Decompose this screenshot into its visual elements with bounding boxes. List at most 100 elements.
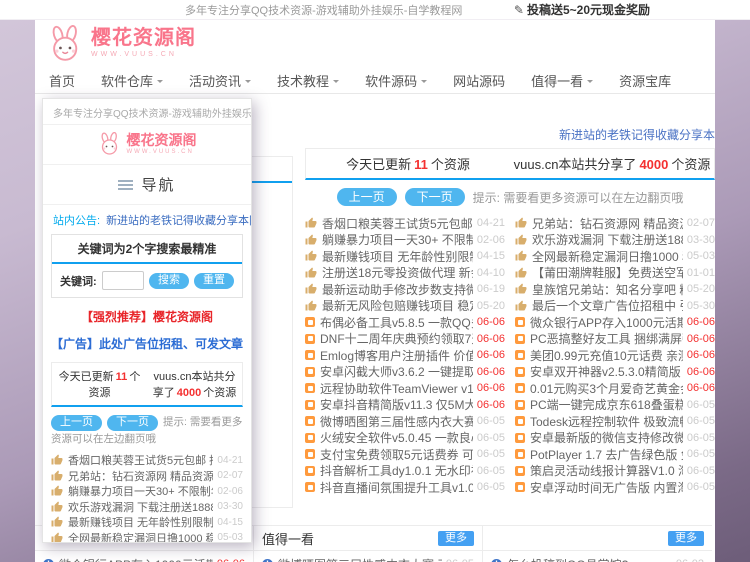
resource-date: 06-06 (477, 366, 505, 378)
resource-date: 04-21 (217, 455, 243, 466)
resource-list-item[interactable]: 躺赚暴力项目一天30+ 不限制年龄抓紧上车 02-06 (305, 232, 505, 249)
recommend-ad-link[interactable]: 【强烈推荐】樱花资源阁 (43, 308, 251, 325)
resource-title: Todesk远程控制软件 极致流畅的远程协助工具 (530, 413, 683, 430)
submit-reward-link[interactable]: ✎ 投稿送5~20元现金奖励 (514, 1, 650, 18)
resource-list-item[interactable]: Emlog博客用户注册插件 价值80元免费分享 06-06 (305, 347, 505, 364)
popup-announcement: 站内公告:新进站的老铁记得收藏分享本网站哦！ (43, 205, 251, 234)
nav-item[interactable]: 技术教程 (277, 71, 339, 90)
nav-item[interactable]: 资源宝库 (619, 71, 671, 90)
announcement-text[interactable]: 新进站的老铁记得收藏分享本网站哦！ (106, 215, 251, 227)
pencil-icon: ✎ (514, 3, 524, 17)
resource-date: 06-06 (687, 333, 715, 345)
resource-date: 04-15 (217, 517, 243, 528)
post-icon (515, 350, 525, 360)
resource-date: 02-06 (477, 234, 505, 246)
resource-list-item[interactable]: 兄弟站：钻石资源网 精品资源免费分享基地 02-07 (515, 215, 715, 232)
keyword-input[interactable] (102, 271, 144, 290)
resource-list-item[interactable]: 美团0.99元充值10元话费 亲测10元话费秒到 06-06 (515, 347, 715, 364)
resource-list-item[interactable]: 【莆田潮牌鞋服】免费送空军一号匡威1970s 01-01 (515, 265, 715, 282)
resource-list-item[interactable]: 策启灵活动线报计算器V1.0 淘客必备的一款软 06-05 (515, 463, 715, 480)
nav-item-label: 软件源码 (365, 71, 417, 90)
post-icon (515, 433, 525, 443)
nav-item-label: 资源宝库 (619, 71, 671, 90)
resource-list-item[interactable]: 兄弟站：钻石资源网 精品资源免费分享基地 02-07 (51, 468, 243, 484)
nav-item[interactable]: 值得一看 (531, 71, 593, 90)
resource-list-item[interactable]: PotPlayer 1.7 去广告绿色版 免费全能影音播 06-05 (515, 446, 715, 463)
popup-logo[interactable]: 樱花资源阁 WWW.VUUS.CN (43, 125, 251, 165)
popup-pagination: 上一页下一页提示: 需要看更多资源可以在左边翻页哦 (43, 407, 251, 451)
nav-item[interactable]: 软件仓库 (101, 71, 163, 90)
more-button[interactable]: 更多 (668, 531, 704, 546)
resource-list-item[interactable]: 微博晒图第三届性感内衣大赛 正规美图等你欣赏 06-05 (305, 413, 505, 430)
prev-page-button[interactable]: 上一页 (51, 415, 102, 431)
more-button[interactable]: 更多 (438, 531, 474, 546)
pinned-thumb-icon (51, 470, 63, 482)
resource-list-item[interactable]: PC恶搞整好友工具 捆绑满屏弹窗整蛊专家 效 06-06 (515, 331, 715, 348)
resource-list-item[interactable]: 安卓抖音精简版v11.3 仅5M大小 支持账号登录 06-06 (305, 397, 505, 414)
reset-button[interactable]: 重置 (194, 273, 234, 289)
resource-list-item[interactable]: 皇族馆兄弟站：知名分享吧 精品资源分享基地 05-20 (515, 281, 715, 298)
post-icon (305, 317, 315, 327)
search-button[interactable]: 搜索 (149, 273, 189, 289)
prev-page-button[interactable]: 上一页 (337, 188, 397, 206)
resource-list-item[interactable]: 香烟口粮芙蓉王试货5元包邮 招收代理 04-21 (305, 215, 505, 232)
resource-list-item[interactable]: 欢乐游戏漏洞 下载注册送1888元 官方合作 03-30 (51, 499, 243, 515)
resource-list-item[interactable]: 远程协助软件TeamViewer v11 单文件版 方便 06-06 (305, 380, 505, 397)
nav-item[interactable]: 软件源码 (365, 71, 427, 90)
next-page-button[interactable]: 下一页 (107, 415, 158, 431)
section-items: ! 怎么投稿到QQ悬赏馆? 06-02 (483, 551, 712, 562)
total-count: 4000 (639, 157, 668, 172)
popup-nav-label: 导航 (141, 174, 175, 195)
resource-list-item[interactable]: 全网最新稳定漏洞日撸1000 稳稳稳 05-03 (51, 530, 243, 543)
resource-list-item[interactable]: 最后一个文章广告位招租中 引千万流 聚八方 05-30 (515, 298, 715, 315)
resource-list-item[interactable]: 香烟口粮芙蓉王试货5元包邮 招收代理 04-21 (51, 453, 243, 469)
section-list-item[interactable]: ! 微众银行APP存入1000元活期次日可以获得无门 06-06 (43, 556, 245, 562)
resource-list-item[interactable]: 安卓浮动时间无广告版 内置淘宝/京东/苏宁/拼 06-05 (515, 479, 715, 496)
resource-title: 全网最新稳定漏洞日撸1000 稳稳稳 (68, 530, 213, 543)
resource-title: 抖音解析工具dy1.0.1 无水印视频一键解析软件 (320, 463, 473, 480)
resource-list-item[interactable]: 抖音直播间氛围提升工具v1.0.0 直播间自动发 06-05 (305, 479, 505, 496)
pagination: 上一页 下一页 提示: 需要看更多资源可以在左边翻页哦 (305, 186, 715, 208)
resource-list-item[interactable]: 布偶必备工具v5.8.5 一款QQ多功能工具软件 06-06 (305, 314, 505, 331)
resource-list-item[interactable]: 最新赚钱项目 无年龄性别限制 稳定日撸300+ 04-15 (305, 248, 505, 265)
resource-list-item[interactable]: 抖音解析工具dy1.0.1 无水印视频一键解析软件 06-05 (305, 463, 505, 480)
resource-list-item[interactable]: Todesk远程控制软件 极致流畅的远程协助工具 06-05 (515, 413, 715, 430)
resource-list-item[interactable]: 安卓闪截大师v3.6.2 一键提取QQ好友发的闪照 06-06 (305, 364, 505, 381)
post-icon (305, 433, 315, 443)
resource-list-item[interactable]: PC端一键完成京东618叠蛋糕活动任务工具 06-05 (515, 397, 715, 414)
resource-list-item[interactable]: 安卓最新版的微信支持修改微信号了！ IOS版 06-05 (515, 430, 715, 447)
resource-list-item[interactable]: 最新赚钱项目 无年龄性别限制 稳定日撸300+ 04-15 (51, 515, 243, 531)
post-icon (305, 449, 315, 459)
section-header: 值得一看 更多 (254, 526, 482, 551)
resource-list-item[interactable]: 安卓双开神器v2.5.3.0精简版 解决多账号切换 06-06 (515, 364, 715, 381)
post-icon (305, 482, 315, 492)
resource-list-item[interactable]: 支付宝免费领取5元话费券 可45元充值三网50元 06-05 (305, 446, 505, 463)
resource-list-item[interactable]: DNF十二周年庆典预约领取7天黑钻 回归用户 06-06 (305, 331, 505, 348)
popup-stats-updated: 今天已更新11个资源 (52, 363, 147, 405)
resource-date: 04-21 (477, 217, 505, 229)
nav-item[interactable]: 首页 (49, 71, 75, 90)
resource-date: 02-07 (217, 470, 243, 481)
resource-list-item[interactable]: 全网最新稳定漏洞日撸1000 稳稳稳 05-03 (515, 248, 715, 265)
logo-text[interactable]: 樱花资源阁 WWW.VUUS.CN (91, 27, 196, 58)
bottom-section-right: 更多 ! 怎么投稿到QQ悬赏馆? 06-02 (482, 526, 712, 562)
scrolling-notice[interactable]: 新进站的老铁记得收藏分享本 (305, 126, 715, 144)
resource-list-item[interactable]: 躺赚暴力项目一天30+ 不限制年龄抓紧上车 02-06 (51, 484, 243, 500)
resource-list-item[interactable]: 火绒安全软件v5.0.45 一款良心的国产安全软件 06-05 (305, 430, 505, 447)
post-icon (305, 400, 315, 410)
resource-list-item[interactable]: 0.01元购买3个月爱奇艺黄金会员 仅限京东白 06-06 (515, 380, 715, 397)
resource-list-item[interactable]: 最新无风险包赔赚钱项目 稳定收入200-500元 05-20 (305, 298, 505, 315)
resource-list-item[interactable]: 欢乐游戏漏洞 下载注册送1888元 官方合作 03-30 (515, 232, 715, 249)
next-page-button[interactable]: 下一页 (405, 188, 465, 206)
resource-list-item[interactable]: 微众银行APP存入1000元活期次日可以获得无 06-06 (515, 314, 715, 331)
post-icon (515, 367, 525, 377)
resource-list-item[interactable]: 最新运动助手修改步数支持微信QQ+ZFB步数 06-19 (305, 281, 505, 298)
section-list-item[interactable]: ! 微博晒图第三届性感内衣大赛 正规美图等你欣赏 06-05 (262, 556, 474, 562)
resource-list-item[interactable]: 注册送18元零投资做代理 新会员分红存1000 04-10 (305, 265, 505, 282)
popup-nav-toggle[interactable]: 导航 (43, 165, 251, 205)
section-list-item[interactable]: ! 怎么投稿到QQ悬赏馆? 06-02 (491, 556, 704, 562)
ad-slot-link[interactable]: 【广告】此处广告位招租、可发文章 (43, 335, 251, 352)
nav-item[interactable]: 网站源码 (453, 71, 505, 90)
nav-item[interactable]: 活动资讯 (189, 71, 251, 90)
resource-date: 06-06 (477, 382, 505, 394)
